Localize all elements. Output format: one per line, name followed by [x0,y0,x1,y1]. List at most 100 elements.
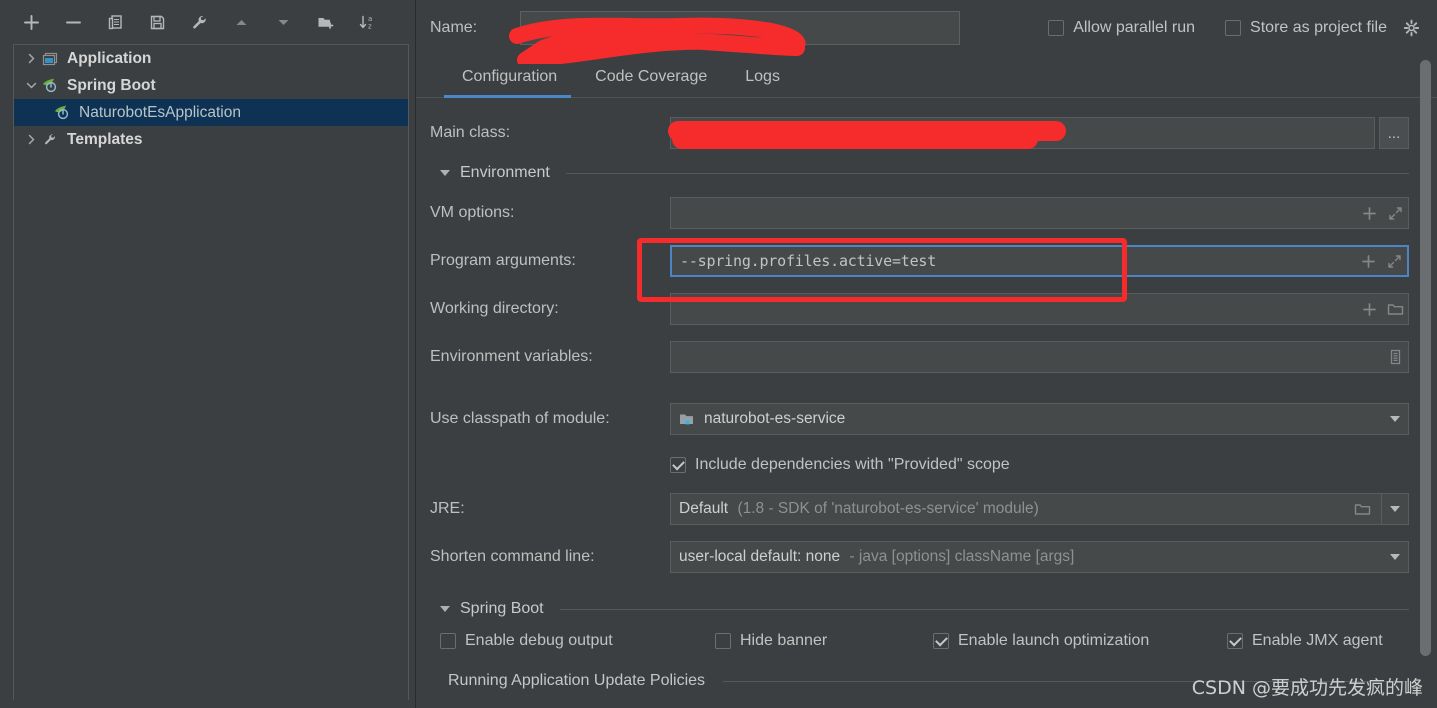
jre-row: JRE: Default (1.8 - SDK of 'naturobot-es… [430,492,1409,526]
chevron-down-icon[interactable] [1390,554,1400,560]
configurations-tree[interactable]: Application Spring Boot NaturobotEsAppli… [13,44,409,700]
plus-icon[interactable] [1359,252,1377,270]
enable-jmx-agent-cell: Enable JMX agent [1227,632,1383,650]
tab-configuration[interactable]: Configuration [444,68,577,98]
environment-variables-label: Environment variables: [430,348,593,365]
enable-launch-optimization-cell: Enable launch optimization [933,632,1227,650]
sidebar-toolbar: a z [0,0,415,44]
main-class-browse-button[interactable]: ... [1379,117,1409,149]
shorten-command-line-row: Shorten command line: user-local default… [430,540,1409,574]
tree-item-naturobot-es-application[interactable]: NaturobotEsApplication [14,99,408,126]
store-as-project-file-checkbox[interactable]: Store as project file [1225,19,1421,38]
shorten-command-line-dropdown[interactable]: user-local default: none - java [options… [670,541,1409,573]
arrow-up-icon[interactable] [228,9,254,35]
main-class-label: Main class: [430,124,511,141]
name-input[interactable] [520,11,961,45]
spring-boot-section-header[interactable]: Spring Boot [440,600,1409,618]
allow-parallel-run-label: Allow parallel run [1073,19,1196,36]
tree-item-application[interactable]: Application [14,45,408,72]
copy-icon[interactable] [102,9,128,35]
plus-icon[interactable] [1360,300,1378,318]
spring-boot-icon [40,78,60,94]
jre-value-detail: (1.8 - SDK of 'naturobot-es-service' mod… [737,500,1039,517]
use-classpath-of-module-dropdown[interactable]: naturobot-es-service [670,403,1409,435]
enable-jmx-agent-checkbox[interactable]: Enable JMX agent [1227,632,1383,650]
remove-button[interactable] [60,9,86,35]
tree-item-label: NaturobotEsApplication [79,103,241,121]
working-directory-label: Working directory: [430,300,559,317]
chevron-right-icon[interactable] [22,134,40,145]
vertical-scrollbar[interactable] [1420,60,1431,700]
environment-section-header[interactable]: Environment [440,164,1409,182]
checkbox-box[interactable] [670,457,686,473]
use-classpath-of-module-value: naturobot-es-service [704,410,846,427]
sort-az-icon[interactable]: a z [354,9,380,35]
add-button[interactable] [18,9,44,35]
use-classpath-of-module-row: Use classpath of module: naturobot-es-se… [430,402,1409,436]
spring-boot-options: Enable debug output Hide banner Enable l… [440,632,1409,650]
arrow-down-icon[interactable] [270,9,296,35]
tree-item-spring-boot[interactable]: Spring Boot [14,72,408,99]
jre-value: Default [679,500,729,517]
expand-icon[interactable] [1385,252,1403,270]
csdn-watermark: CSDN @要成功先发疯的峰 [1191,677,1423,699]
svg-text:z: z [368,22,372,30]
include-provided-scope-label: Include dependencies with "Provided" sco… [695,456,1010,473]
tree-item-templates[interactable]: Templates [14,126,408,153]
combo-separator [1381,494,1382,524]
shorten-command-line-value: user-local default: none [679,548,841,565]
chevron-down-icon[interactable] [1390,416,1400,422]
expand-icon[interactable] [1386,204,1404,222]
vm-options-input[interactable] [670,197,1409,229]
main-class-input[interactable] [670,117,1375,149]
enable-launch-optimization-checkbox[interactable]: Enable launch optimization [933,632,1149,650]
checkbox-box[interactable] [715,633,731,649]
caret-down-icon[interactable] [440,606,450,612]
wrench-icon [40,132,60,148]
checkbox-box[interactable] [1048,20,1065,36]
checkbox-box[interactable] [440,633,456,649]
include-provided-scope-checkbox[interactable]: Include dependencies with "Provided" sco… [670,456,1010,474]
checkbox-box[interactable] [1227,633,1243,649]
vm-options-actions [1354,204,1404,222]
name-label: Name: [430,19,478,36]
caret-down-icon[interactable] [440,170,450,176]
program-arguments-value: --spring.profiles.active=test [680,252,937,270]
jre-dropdown[interactable]: Default (1.8 - SDK of 'naturobot-es-serv… [670,493,1409,525]
checkbox-box[interactable] [933,633,949,649]
tree-item-label: Application [67,49,152,67]
shorten-command-line-detail: - java [options] className [args] [849,548,1075,565]
spring-boot-section-label: Spring Boot [460,600,544,617]
tab-logs[interactable]: Logs [727,68,800,97]
shorten-command-line-value-wrapper: user-local default: none - java [options… [679,548,1382,566]
program-arguments-label: Program arguments: [430,252,576,269]
spring-boot-icon [52,105,72,121]
new-folder-icon[interactable] [312,9,338,35]
gear-icon[interactable] [1402,19,1421,38]
checkbox-box[interactable] [1225,20,1242,36]
editor-tabs[interactable]: Configuration Code Coverage Logs [416,56,1437,98]
folder-icon[interactable] [1353,500,1371,518]
enable-launch-optimization-label: Enable launch optimization [958,632,1150,649]
wrench-icon[interactable] [186,9,212,35]
chevron-down-icon[interactable] [1390,506,1400,512]
working-directory-input[interactable] [670,293,1409,325]
list-icon[interactable] [1386,348,1404,366]
tab-code-coverage[interactable]: Code Coverage [577,68,727,97]
hide-banner-checkbox[interactable]: Hide banner [715,632,827,650]
save-icon[interactable] [144,9,170,35]
chevron-right-icon[interactable] [22,53,40,64]
environment-variables-input[interactable] [670,341,1409,373]
policies-label: Running Application Update Policies [448,672,706,689]
configuration-editor-panel: Name: Allow parallel run Store as projec… [416,0,1437,708]
program-arguments-input[interactable]: --spring.profiles.active=test [670,245,1409,277]
plus-icon[interactable] [1360,204,1378,222]
folder-icon[interactable] [1386,300,1404,318]
chevron-down-icon[interactable] [22,80,40,91]
allow-parallel-run-checkbox[interactable]: Allow parallel run [1048,19,1195,37]
working-directory-row: Working directory: [430,292,1409,326]
enable-debug-output-checkbox[interactable]: Enable debug output [440,632,613,650]
use-classpath-of-module-label: Use classpath of module: [430,410,610,427]
jre-label: JRE: [430,500,465,517]
scrollbar-thumb[interactable] [1420,60,1431,656]
